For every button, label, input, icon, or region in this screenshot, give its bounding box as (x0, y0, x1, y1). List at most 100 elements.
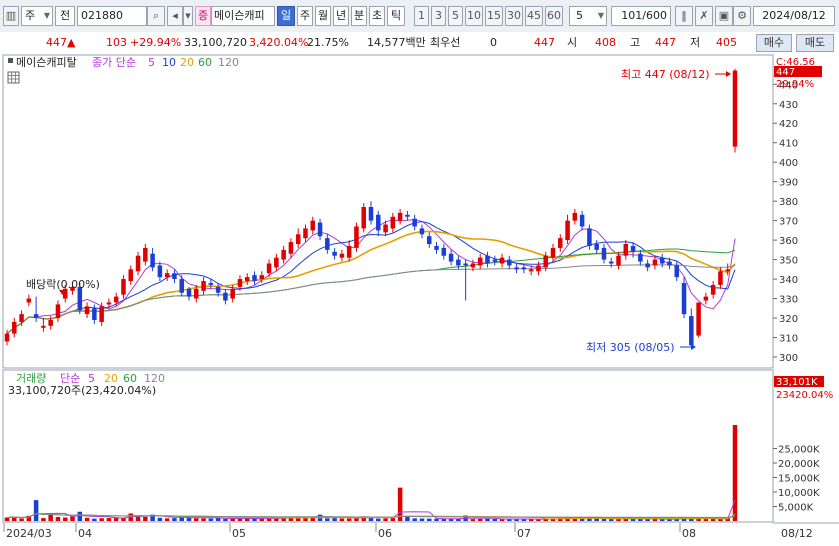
volume-bar (703, 519, 709, 521)
period-tab-6[interactable]: 틱 (387, 6, 405, 26)
interval-tab-5[interactable]: 5 (448, 6, 463, 26)
volume-bar (77, 511, 83, 521)
price-tick-label: 330 (779, 295, 798, 306)
interval-tab-3[interactable]: 3 (431, 6, 446, 26)
stock-name-field[interactable]: 메이슨캐피 (211, 6, 275, 26)
x-tick-label: 08 (682, 527, 696, 540)
interval-tab-10[interactable]: 10 (465, 6, 483, 26)
volume-bar (4, 517, 10, 521)
candle-body (121, 279, 126, 295)
save-icon[interactable]: ▣ (715, 6, 733, 26)
candle-body (208, 282, 214, 285)
candle-icon[interactable]: ‖ (675, 6, 693, 26)
interval-tab-60[interactable]: 60 (545, 6, 563, 26)
amount-value: 14,577백만 (367, 36, 426, 49)
layout-icon[interactable]: ▥ (3, 6, 19, 26)
candle-body (150, 253, 155, 268)
date-field[interactable]: 2024/08/12 (753, 6, 835, 26)
volume-bar (99, 518, 104, 521)
volume-bar (477, 518, 483, 521)
period-tab-0[interactable]: 일 (277, 6, 295, 26)
stock-chart[interactable]: 300 310 320 330 340 350 360 370 380 390 400 410 420 4… (0, 54, 839, 546)
candle-body (419, 228, 425, 235)
count-field[interactable]: 101/600 (611, 6, 671, 26)
volume-tick-label: 5,000K (778, 503, 814, 514)
candle-body (19, 314, 24, 322)
x-tick-label: 07 (517, 527, 531, 540)
gear-icon[interactable]: ⚙ (733, 6, 751, 26)
candle-body (376, 214, 381, 231)
candle-body (128, 269, 134, 282)
ma60-legend: 60 (198, 56, 212, 69)
volume-bar (470, 519, 476, 521)
chart-type-label: 주 (25, 9, 36, 22)
code-input[interactable]: 021880 (77, 6, 147, 26)
volume-bar (594, 518, 599, 521)
volume-bar (143, 516, 148, 521)
prev-button[interactable]: 전 (55, 6, 75, 26)
candle-body (33, 314, 39, 319)
chevron-down-icon[interactable]: ▼ (183, 6, 193, 26)
candle-body (48, 319, 53, 326)
interval-select[interactable]: 5 ▼ (569, 6, 607, 26)
candle-body (201, 281, 206, 291)
change-percent: +29.94% (130, 36, 182, 49)
current-date-label: 08/12 (781, 527, 813, 540)
candle-body (295, 234, 301, 245)
period-tab-2[interactable]: 월 (315, 6, 331, 26)
candle-body (405, 214, 410, 217)
volume-tick-label: 15,000K (778, 474, 820, 485)
candle-body (579, 214, 585, 227)
candle-body (325, 238, 330, 250)
candle-body (303, 228, 308, 239)
interval-tab-45[interactable]: 45 (525, 6, 543, 26)
price-tick-label: 400 (779, 158, 798, 169)
period-tab-5[interactable]: 초 (369, 6, 385, 26)
sell-button[interactable]: 매도 (796, 34, 834, 52)
candle-body (310, 220, 316, 231)
candle-body (179, 279, 184, 293)
volume-bar (601, 518, 607, 521)
interval-tab-15[interactable]: 15 (485, 6, 503, 26)
candle-body (317, 222, 323, 237)
period-tab-3[interactable]: 년 (333, 6, 349, 26)
interval-tab-30[interactable]: 30 (505, 6, 523, 26)
candle-body (339, 253, 345, 258)
candle-body (470, 263, 476, 268)
up-arrow-icon: ▲ (67, 36, 76, 49)
dividend-label: 배당락(0.00%) (26, 278, 100, 291)
candle-body (237, 279, 243, 287)
volume-bar (172, 518, 177, 521)
candle-body (332, 251, 337, 256)
tools-icon[interactable]: ✗ (695, 6, 713, 26)
low-label: 저 (690, 36, 701, 49)
candle-body (732, 70, 738, 147)
candle-body (499, 257, 505, 264)
sound-icon[interactable]: ◂ (167, 6, 183, 26)
search-icon[interactable]: ⌕ (147, 6, 165, 26)
candle-body (659, 257, 665, 264)
period-tab-1[interactable]: 주 (297, 6, 313, 26)
chevron-down-icon: ▼ (43, 11, 50, 20)
volume-bar (390, 518, 396, 521)
candle-body (244, 277, 250, 282)
volume-bar (223, 518, 228, 521)
best-bid-value: 447 (534, 36, 555, 49)
candle-body (456, 259, 461, 266)
volume-axis: 5,000K 10,000K 15,000K 20,000K 25,000K (773, 445, 820, 514)
price-tick-label: 410 (779, 139, 798, 150)
table-icon[interactable] (7, 71, 20, 84)
volume-bar (492, 518, 498, 521)
chart-type-select[interactable]: 주 ▼ (21, 6, 53, 26)
candle-body (223, 292, 228, 301)
interval-tab-1[interactable]: 1 (414, 6, 429, 26)
candle-body (288, 242, 294, 254)
x-tick-label: 06 (378, 527, 392, 540)
chart-toolbar: ▥ 주 ▼ 전 021880 ⌕ ◂ ▼ 증 메이슨캐피 일주월년분초틱 1351… (0, 0, 839, 33)
period-tab-4[interactable]: 분 (351, 6, 367, 26)
candle-body (4, 333, 10, 342)
volume-tick-label: 10,000K (778, 488, 820, 499)
candle-body (463, 263, 468, 266)
x-tick-label: 2024/03 (6, 527, 52, 540)
buy-button[interactable]: 매수 (756, 34, 792, 52)
